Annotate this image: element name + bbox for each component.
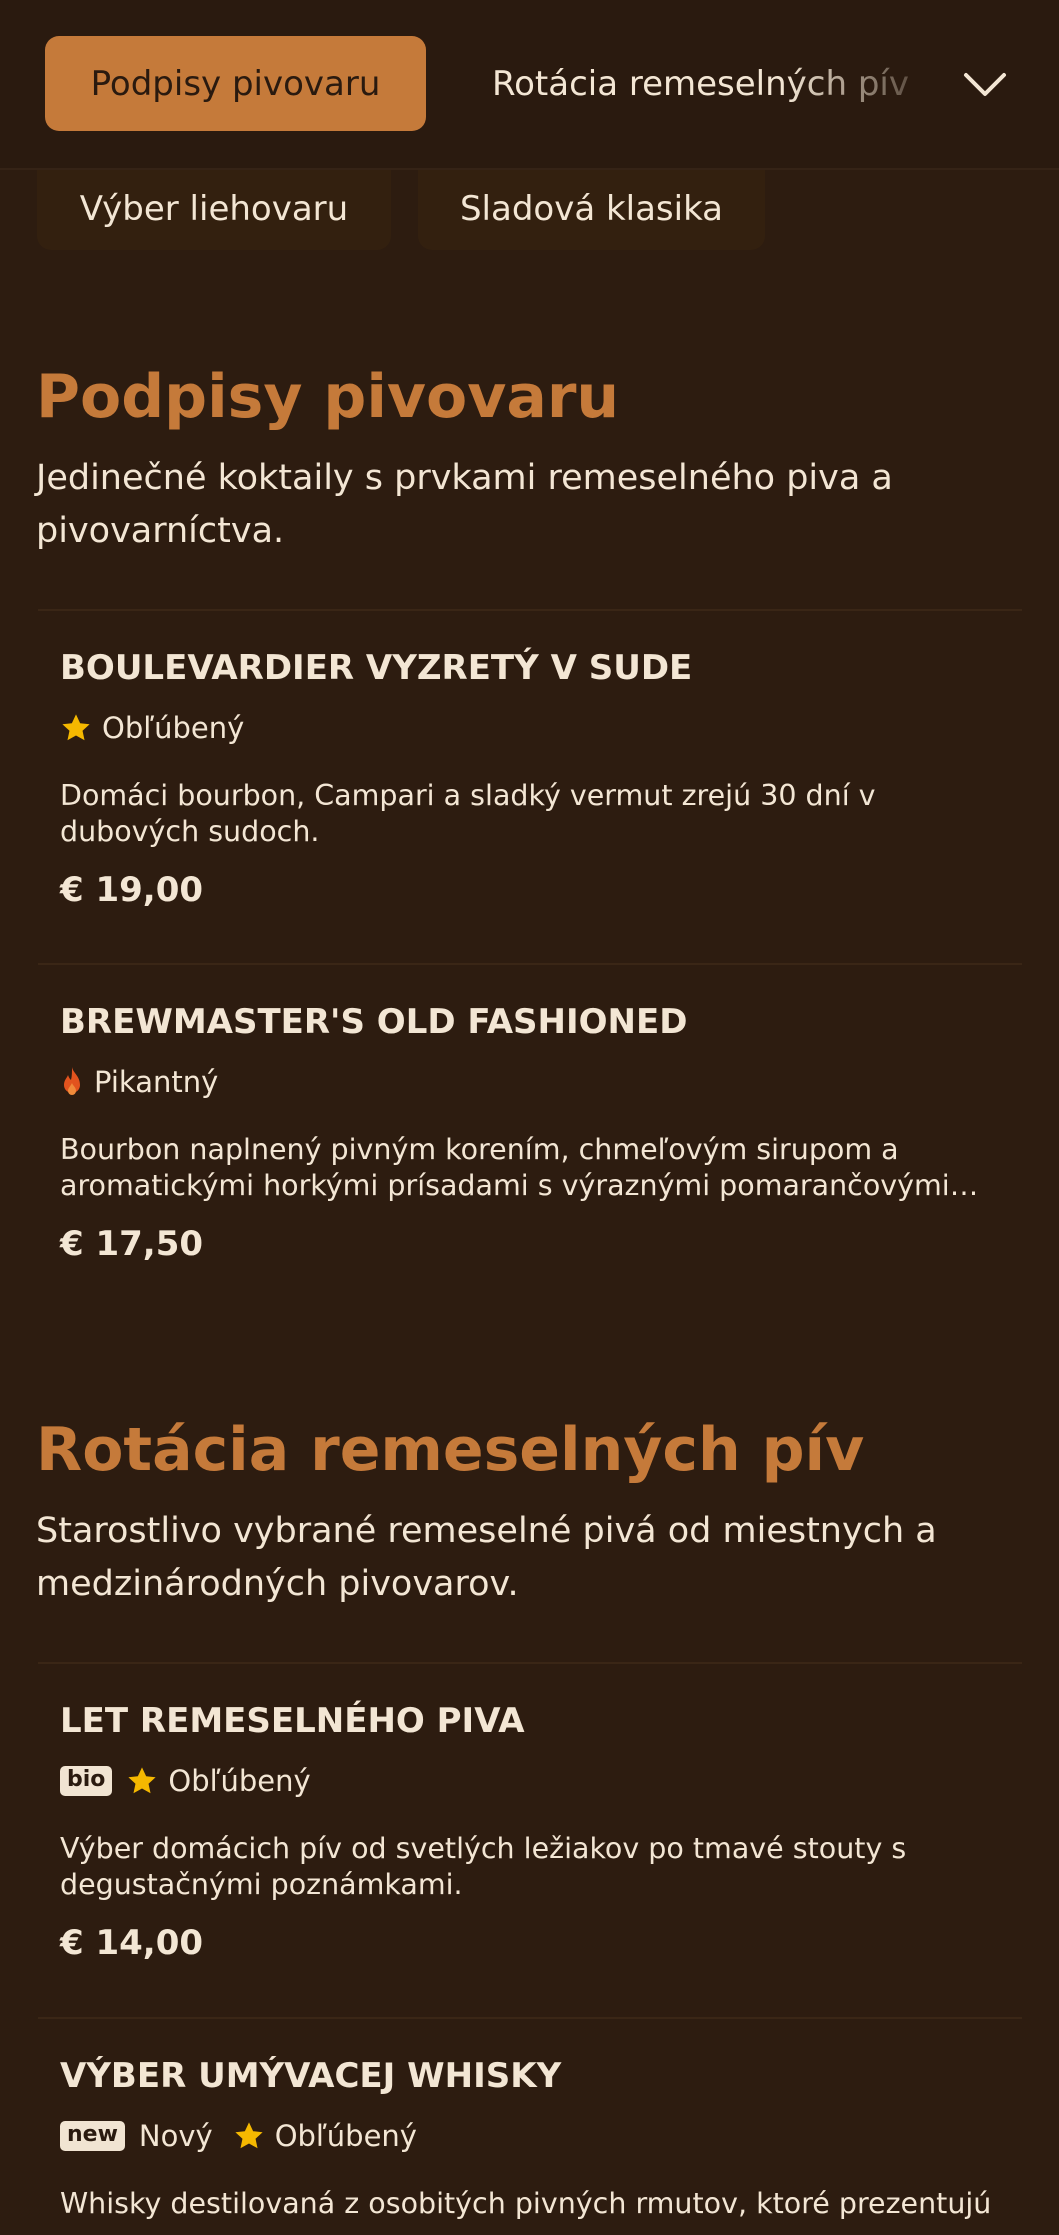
item-name: BREWMASTER'S OLD FASHIONED [60,1002,688,1042]
tag-label: Obľúbený [274,2119,417,2153]
item-price: € 14,00 [60,1923,204,1963]
item-description: Výber domácich pív od svetlých ležiakov … [60,1832,907,1901]
section-description: Starostlivo vybrané remeselné pivá od mi… [36,1511,937,1604]
tag-label: Obľúbený [168,1764,311,1798]
item-name: LET REMESELNÉHO PIVA [60,1701,525,1741]
tag-label: Obľúbený [102,711,245,745]
item-name: VÝBER UMÝVACEJ WHISKY [60,2056,562,2096]
divider [38,2017,1022,2019]
item-description: Bourbon naplnený pivným korením, chmeľov… [60,1133,950,1202]
section-title: Podpisy pivovaru [36,362,620,432]
item-price: € 19,00 [60,870,204,910]
menu-item[interactable]: LET REMESELNÉHO PIVA bio Obľúbený Výber … [60,1701,1000,1981]
bio-badge: bio [60,1766,113,1796]
star-icon [60,712,92,744]
chevron-down-icon[interactable] [955,55,1015,115]
tab-rotacia-remeselnych-piv[interactable]: Rotácia remeselných pív [492,36,912,131]
tab-vyber-liehovaru[interactable]: Výber liehovaru [37,158,391,250]
tab-podpisy-pivovaru[interactable]: Podpisy pivovaru [45,36,426,131]
item-tags: Obľúbený [60,708,264,748]
item-description: Domáci bourbon, Campari a sladký vermut … [60,779,876,848]
menu-item[interactable]: BREWMASTER'S OLD FASHIONED Pikantný Bour… [60,1002,1000,1282]
menu-item[interactable]: VÝBER UMÝVACEJ WHISKY new Nový Obľúbený … [60,2056,1000,2235]
tag-label: Pikantný [94,1065,219,1099]
section-title: Rotácia remeselných pív [36,1415,865,1485]
new-badge: new [60,2121,125,2151]
divider [38,609,1022,611]
tab-sladova-klasika[interactable]: Sladová klasika [418,158,765,250]
item-price: € 17,50 [60,1224,204,1264]
item-tags: bio Obľúbený [60,1761,331,1801]
item-name: BOULEVARDIER VYZRETÝ V SUDE [60,648,693,688]
new-label: Nový [138,2119,213,2153]
category-nav: Podpisy pivovaru Rotácia remeselných pív [0,0,1059,170]
divider [38,963,1022,965]
item-tags: Pikantný [60,1062,238,1102]
item-tags: new Nový Obľúbený [60,2116,437,2156]
section-description: Jedinečné koktaily s prvkami remeselného… [36,458,893,551]
star-icon [126,1765,158,1797]
divider [38,1662,1022,1664]
item-description: Whisky destilovaná z osobitých pivných r… [60,2187,992,2220]
menu-item[interactable]: BOULEVARDIER VYZRETÝ V SUDE Obľúbený Dom… [60,648,1000,928]
flame-icon [60,1066,84,1098]
star-icon [233,2120,265,2152]
